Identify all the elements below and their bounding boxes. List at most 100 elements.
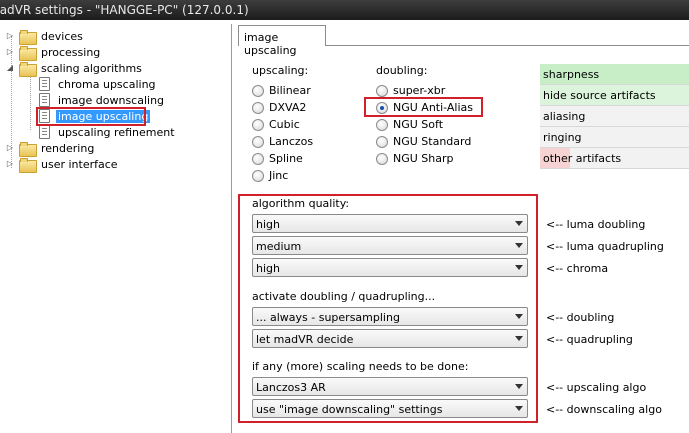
document-icon bbox=[39, 93, 50, 107]
radio-label: DXVA2 bbox=[269, 101, 307, 114]
folder-icon bbox=[19, 157, 37, 173]
tree-item-scaling-algorithms[interactable]: ◢ scaling algorithms bbox=[5, 60, 144, 77]
luma-quadrupling-quality-select[interactable]: medium bbox=[252, 236, 528, 255]
tree-highlight-box bbox=[36, 107, 146, 126]
select-value: medium bbox=[256, 240, 302, 253]
select-value: let madVR decide bbox=[256, 333, 354, 346]
folder-icon bbox=[19, 45, 37, 61]
algorithm-quality-heading: algorithm quality: bbox=[252, 197, 350, 210]
doubling-heading: doubling: bbox=[376, 64, 428, 77]
radio-cubic[interactable]: Cubic bbox=[252, 118, 300, 131]
radio-ngu-standard[interactable]: NGU Standard bbox=[376, 135, 471, 148]
chroma-quality-select[interactable]: high bbox=[252, 258, 528, 277]
tree-item-chroma-upscaling[interactable]: chroma upscaling bbox=[36, 76, 158, 92]
chevron-down-icon bbox=[515, 265, 523, 270]
downscaling-algo-select[interactable]: use "image downscaling" settings bbox=[252, 399, 528, 418]
activate-doubling-heading: activate doubling / quadrupling... bbox=[252, 290, 436, 303]
radio-label: NGU Standard bbox=[393, 135, 472, 148]
chevron-down-icon bbox=[515, 243, 523, 248]
radio-spline[interactable]: Spline bbox=[252, 152, 303, 165]
tree-item-label: upscaling refinement bbox=[58, 125, 175, 139]
chevron-down-icon bbox=[515, 336, 523, 341]
radio-label: Lanczos bbox=[269, 135, 314, 148]
downscaling-algo-note: <-- downscaling algo bbox=[546, 403, 662, 416]
document-icon bbox=[39, 125, 50, 139]
tree-item-user-interface[interactable]: ▷ user interface bbox=[5, 156, 120, 173]
select-value: ... always - supersampling bbox=[256, 311, 400, 324]
expand-icon[interactable]: ▷ bbox=[5, 143, 15, 153]
tab-label: image upscaling bbox=[244, 31, 297, 57]
artifact-row-sharpness: sharpness bbox=[540, 64, 689, 85]
radio-bilinear[interactable]: Bilinear bbox=[252, 84, 311, 97]
tree-item-image-downscaling[interactable]: image downscaling bbox=[36, 92, 166, 108]
artifact-row-ringing: ringing bbox=[540, 127, 689, 148]
radio-ngu-soft[interactable]: NGU Soft bbox=[376, 118, 443, 131]
upscaling-algo-note: <-- upscaling algo bbox=[546, 381, 647, 394]
radio-label: super-xbr bbox=[393, 84, 446, 97]
radio-label: Spline bbox=[269, 152, 303, 165]
collapse-icon[interactable]: ◢ bbox=[5, 63, 15, 73]
radio-button[interactable] bbox=[376, 118, 388, 131]
expand-icon[interactable]: ▷ bbox=[5, 159, 15, 169]
doubling-note: <-- doubling bbox=[546, 311, 615, 324]
quadrupling-activation-select[interactable]: let madVR decide bbox=[252, 329, 528, 348]
doubling-activation-select[interactable]: ... always - supersampling bbox=[252, 307, 528, 326]
folder-icon bbox=[19, 141, 37, 157]
window-title-bar: madVR settings - "HANGGE-PC" (127.0.0.1) bbox=[0, 0, 689, 20]
radio-button[interactable] bbox=[252, 135, 264, 148]
settings-tree: ▷ devices ▷ processing ◢ scaling algorit… bbox=[0, 24, 232, 433]
radio-button[interactable] bbox=[376, 152, 388, 165]
select-value: use "image downscaling" settings bbox=[256, 403, 443, 416]
radio-button[interactable] bbox=[252, 152, 264, 165]
luma-quadrupling-note: <-- luma quadrupling bbox=[546, 240, 664, 253]
folder-icon bbox=[19, 29, 37, 45]
radio-label: Bilinear bbox=[269, 84, 311, 97]
expand-icon[interactable]: ▷ bbox=[5, 31, 15, 41]
luma-doubling-quality-select[interactable]: high bbox=[252, 214, 528, 233]
upscaling-heading: upscaling: bbox=[252, 64, 309, 77]
chroma-note: <-- chroma bbox=[546, 262, 609, 275]
radio-jinc[interactable]: Jinc bbox=[252, 169, 288, 182]
radio-lanczos[interactable]: Lanczos bbox=[252, 135, 313, 148]
radio-label: Jinc bbox=[269, 169, 289, 182]
radio-super-xbr[interactable]: super-xbr bbox=[376, 84, 445, 97]
tab-image-upscaling[interactable]: image upscaling bbox=[238, 25, 326, 57]
tree-item-label: devices bbox=[41, 29, 83, 43]
tree-item-devices[interactable]: ▷ devices bbox=[5, 28, 85, 45]
tree-item-processing[interactable]: ▷ processing bbox=[5, 44, 102, 61]
tree-item-label: scaling algorithms bbox=[41, 61, 142, 75]
chevron-down-icon bbox=[515, 314, 523, 319]
tree-item-label: chroma upscaling bbox=[58, 77, 156, 91]
artifact-row-other: other artifacts bbox=[540, 148, 689, 169]
quadrupling-note: <-- quadrupling bbox=[546, 333, 633, 346]
radio-button[interactable] bbox=[252, 84, 264, 97]
radio-dxva2[interactable]: DXVA2 bbox=[252, 101, 306, 114]
folder-icon bbox=[19, 61, 37, 77]
chevron-down-icon bbox=[515, 406, 523, 411]
radio-ngu-sharp[interactable]: NGU Sharp bbox=[376, 152, 454, 165]
tree-item-rendering[interactable]: ▷ rendering bbox=[5, 140, 96, 157]
radio-button[interactable] bbox=[252, 118, 264, 131]
chevron-down-icon bbox=[515, 384, 523, 389]
tree-item-label: rendering bbox=[41, 141, 95, 155]
chevron-down-icon bbox=[515, 221, 523, 226]
radio-label: NGU Soft bbox=[393, 118, 444, 131]
more-scaling-heading: if any (more) scaling needs to be done: bbox=[252, 360, 469, 373]
upscaling-algo-select[interactable]: Lanczos3 AR bbox=[252, 377, 528, 396]
radio-button[interactable] bbox=[376, 84, 388, 97]
radio-button[interactable] bbox=[376, 135, 388, 148]
select-value: Lanczos3 AR bbox=[256, 381, 326, 394]
ngu-highlight-box bbox=[364, 97, 483, 117]
tree-item-label: image downscaling bbox=[58, 93, 165, 107]
document-icon bbox=[39, 77, 50, 91]
radio-button[interactable] bbox=[252, 101, 264, 114]
tree-item-label: processing bbox=[41, 45, 101, 59]
select-value: high bbox=[256, 262, 280, 275]
window-title: madVR settings - "HANGGE-PC" (127.0.0.1) bbox=[0, 3, 249, 17]
tree-item-upscaling-refinement[interactable]: upscaling refinement bbox=[36, 124, 177, 140]
radio-button[interactable] bbox=[252, 169, 264, 182]
tree-item-label: user interface bbox=[41, 157, 118, 171]
tab-gap bbox=[239, 45, 325, 46]
radio-label: NGU Sharp bbox=[393, 152, 454, 165]
expand-icon[interactable]: ▷ bbox=[5, 47, 15, 57]
